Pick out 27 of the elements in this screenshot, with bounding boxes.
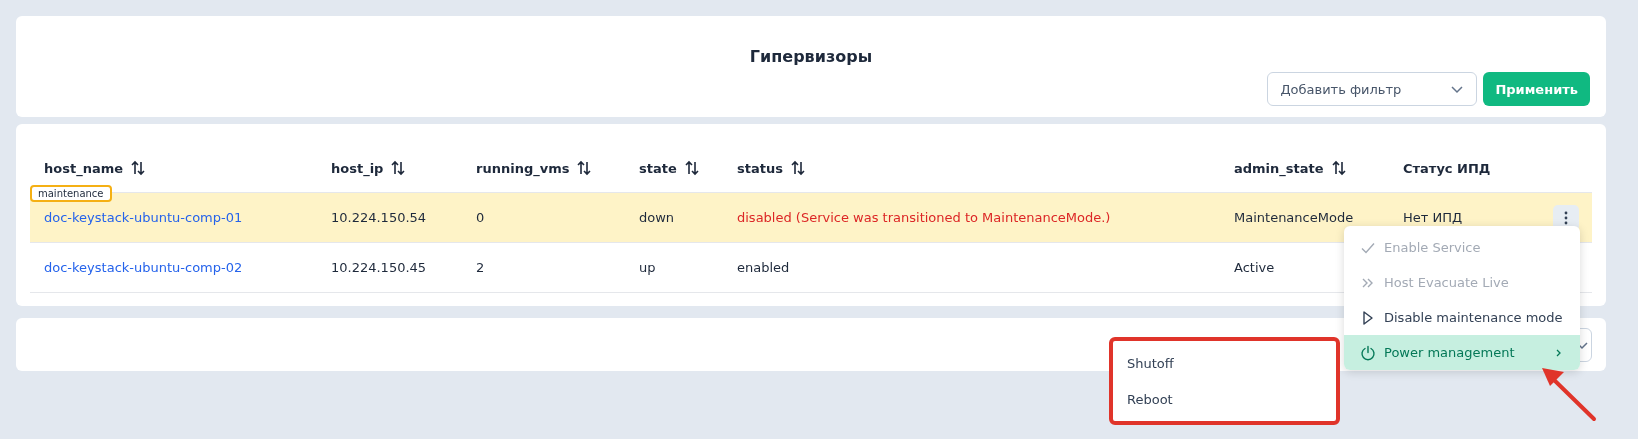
column-header[interactable]: running_vms bbox=[476, 160, 570, 176]
column-header: Статус ИПД bbox=[1403, 160, 1491, 176]
column-header[interactable]: status bbox=[737, 160, 783, 176]
page-title: Гипервизоры bbox=[749, 47, 873, 66]
menu-item[interactable]: Disable maintenance mode bbox=[1344, 300, 1580, 335]
table-cell: 10.224.150.54 bbox=[331, 210, 427, 225]
table-cell: enabled bbox=[737, 260, 790, 275]
table-cell: down bbox=[639, 210, 675, 225]
host-link[interactable]: doc-keystack-ubuntu-comp-02 bbox=[44, 260, 243, 275]
table-cell: up bbox=[639, 260, 656, 275]
column-header[interactable]: host_name bbox=[44, 160, 124, 176]
menu-item[interactable]: Shutoff bbox=[1113, 345, 1336, 381]
table-cell: MaintenanceMode bbox=[1234, 210, 1354, 225]
table-cell: Active bbox=[1234, 260, 1275, 275]
menu-item[interactable]: Power management bbox=[1344, 335, 1580, 370]
table-cell: disabled (Service was transitioned to MaintenanceMode.) bbox=[737, 210, 1111, 225]
table-cell: 2 bbox=[476, 260, 485, 275]
status-badge: maintenance bbox=[30, 185, 112, 202]
column-header[interactable]: host_ip bbox=[331, 160, 384, 176]
column-header[interactable]: admin_state bbox=[1234, 160, 1324, 176]
menu-item[interactable]: Reboot bbox=[1113, 381, 1336, 417]
host-link[interactable]: doc-keystack-ubuntu-comp-01 bbox=[44, 210, 243, 225]
table-cell: Нет ИПД bbox=[1403, 210, 1463, 225]
table-cell: 0 bbox=[476, 210, 485, 225]
filter-select[interactable]: Добавить фильтр bbox=[1267, 72, 1478, 106]
table-cell: 10.224.150.45 bbox=[331, 260, 427, 275]
column-header[interactable]: state bbox=[639, 160, 677, 176]
